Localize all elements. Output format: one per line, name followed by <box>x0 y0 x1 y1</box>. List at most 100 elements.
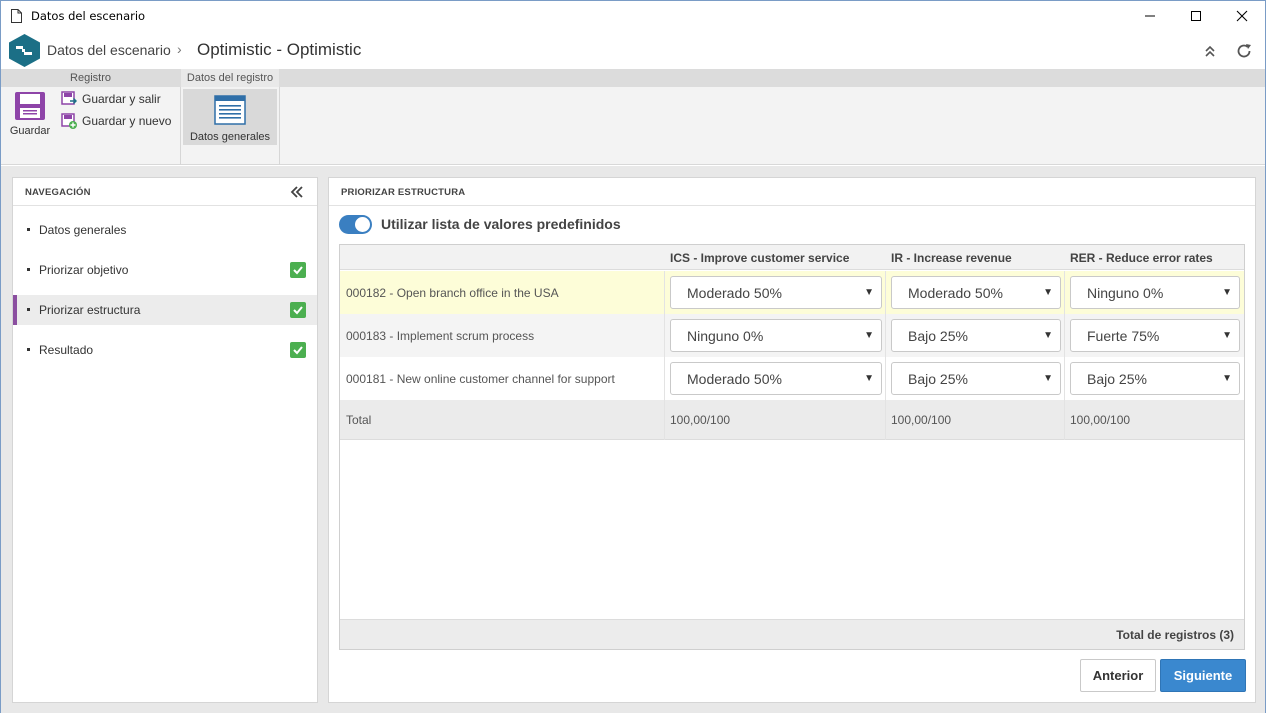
select-value: Moderado 50% <box>908 284 1003 301</box>
nav-item-datos-generales[interactable]: Datos generales <box>13 215 317 245</box>
total-value-rer: 100,00/100 <box>1070 413 1131 427</box>
select-value: Moderado 50% <box>687 284 782 301</box>
select-value: Bajo 25% <box>1087 370 1147 387</box>
minimize-icon <box>1145 15 1155 17</box>
collapse-header-button[interactable] <box>1200 41 1220 61</box>
total-label: Total <box>346 413 372 427</box>
nav-item-resultado[interactable]: Resultado <box>13 335 317 365</box>
total-row: Total 100,00/100 100,00/100 100,00/100 <box>340 400 1244 440</box>
minimize-button[interactable] <box>1127 1 1173 31</box>
general-data-button[interactable]: Datos generales <box>183 89 277 145</box>
priority-select[interactable]: Ninguno 0% ▼ <box>1070 276 1240 309</box>
dropdown-arrow-icon: ▼ <box>864 330 874 341</box>
dropdown-arrow-icon: ▼ <box>1222 287 1232 298</box>
table-row: 000183 - Implement scrum process Ninguno… <box>340 314 1244 357</box>
ribbon-group-datos-registro: Datos del registro <box>181 69 279 87</box>
collapse-panel-icon[interactable] <box>289 184 305 200</box>
cell-divider <box>664 357 665 400</box>
save-label: Guardar <box>9 125 51 137</box>
dropdown-arrow-icon: ▼ <box>1222 373 1232 384</box>
records-total: Total de registros (3) <box>1116 628 1234 642</box>
row-label: 000182 - Open branch office in the USA <box>346 286 559 300</box>
column-header-rer[interactable]: RER - Reduce error rates <box>1070 251 1213 265</box>
priority-select[interactable]: Bajo 25% ▼ <box>1070 362 1240 395</box>
navigation-title: NAVEGACIÓN <box>25 187 91 198</box>
breadcrumb-separator: › <box>177 41 182 57</box>
save-and-exit-button[interactable]: Guardar y salir <box>61 91 161 107</box>
bullet-icon <box>27 268 30 271</box>
nav-item-priorizar-estructura[interactable]: Priorizar estructura <box>13 295 317 325</box>
priority-select[interactable]: Bajo 25% ▼ <box>891 319 1061 352</box>
navigation-header: NAVEGACIÓN <box>13 178 317 206</box>
nav-item-label: Resultado <box>39 343 94 357</box>
cell-divider <box>885 357 886 400</box>
navigation-panel: NAVEGACIÓN Datos generales Priorizar obj… <box>12 177 318 703</box>
priority-select[interactable]: Bajo 25% ▼ <box>891 362 1061 395</box>
bullet-icon <box>27 348 30 351</box>
dropdown-arrow-icon: ▼ <box>1043 330 1053 341</box>
priority-select[interactable]: Moderado 50% ▼ <box>891 276 1061 309</box>
priority-select[interactable]: Fuerte 75% ▼ <box>1070 319 1240 352</box>
select-value: Bajo 25% <box>908 370 968 387</box>
maximize-button[interactable] <box>1173 1 1219 31</box>
priority-grid: ICS - Improve customer service IR - Incr… <box>339 244 1245 650</box>
page-header: Datos del escenario › Optimistic - Optim… <box>1 32 1265 69</box>
cell-divider <box>664 271 665 314</box>
priority-select[interactable]: Moderado 50% ▼ <box>670 362 882 395</box>
cell-divider <box>664 400 665 440</box>
priority-select[interactable]: Moderado 50% ▼ <box>670 276 882 309</box>
bullet-icon <box>27 308 30 311</box>
priority-select[interactable]: Ninguno 0% ▼ <box>670 319 882 352</box>
refresh-icon <box>1237 44 1251 58</box>
save-new-icon <box>61 113 77 129</box>
title-bar: Datos del escenario <box>1 1 1265 32</box>
breadcrumb-root[interactable]: Datos del escenario <box>47 42 171 58</box>
grid-header: ICS - Improve customer service IR - Incr… <box>340 245 1244 270</box>
content-panel: PRIORIZAR ESTRUCTURA Utilizar lista de v… <box>328 177 1256 703</box>
total-value-ics: 100,00/100 <box>670 413 731 427</box>
predefined-values-toggle[interactable] <box>339 214 372 234</box>
check-icon <box>290 262 306 278</box>
check-icon <box>290 342 306 358</box>
ribbon-group-registro: Registro <box>70 72 111 84</box>
nav-item-label: Priorizar objetivo <box>39 263 129 277</box>
cell-divider <box>1064 400 1065 440</box>
app-logo-icon <box>9 34 40 67</box>
ribbon-divider <box>180 87 181 165</box>
save-button[interactable]: Guardar <box>5 91 55 147</box>
content-title: PRIORIZAR ESTRUCTURA <box>341 187 466 198</box>
table-row: 000181 - New online customer channel for… <box>340 357 1244 400</box>
ribbon-group-headers: Registro Datos del registro <box>1 69 1265 87</box>
ribbon: Registro Datos del registro Guardar Guar… <box>1 69 1265 165</box>
cell-divider <box>664 314 665 357</box>
predefined-values-toggle-row: Utilizar lista de valores predefinidos <box>339 214 621 234</box>
column-header-ics[interactable]: ICS - Improve customer service <box>670 251 849 265</box>
select-value: Moderado 50% <box>687 370 782 387</box>
save-exit-label: Guardar y salir <box>82 92 161 106</box>
previous-button[interactable]: Anterior <box>1080 659 1156 692</box>
document-icon <box>11 9 22 23</box>
cell-divider <box>1064 314 1065 357</box>
app-window: Datos del escenario Datos del escenario … <box>0 0 1266 713</box>
toggle-label: Utilizar lista de valores predefinidos <box>381 216 621 232</box>
double-chevron-up-icon <box>1205 45 1215 57</box>
save-exit-icon <box>61 91 77 105</box>
cell-divider <box>885 271 886 314</box>
select-value: Ninguno 0% <box>1087 284 1164 301</box>
nav-item-label: Priorizar estructura <box>39 303 141 317</box>
save-and-new-button[interactable]: Guardar y nuevo <box>61 113 171 129</box>
save-new-label: Guardar y nuevo <box>82 114 172 128</box>
select-value: Ninguno 0% <box>687 327 764 344</box>
close-icon <box>1236 10 1248 22</box>
close-button[interactable] <box>1219 1 1265 31</box>
nav-item-priorizar-objetivo[interactable]: Priorizar objetivo <box>13 255 317 285</box>
next-button[interactable]: Siguiente <box>1160 659 1246 692</box>
table-row: 000182 - Open branch office in the USA M… <box>340 271 1244 314</box>
toggle-knob <box>355 216 370 232</box>
cell-divider <box>885 400 886 440</box>
column-header-ir[interactable]: IR - Increase revenue <box>891 251 1012 265</box>
refresh-button[interactable] <box>1234 41 1254 61</box>
form-icon <box>214 95 246 125</box>
main-area: NAVEGACIÓN Datos generales Priorizar obj… <box>1 166 1265 713</box>
page-title: Optimistic - Optimistic <box>197 40 362 59</box>
